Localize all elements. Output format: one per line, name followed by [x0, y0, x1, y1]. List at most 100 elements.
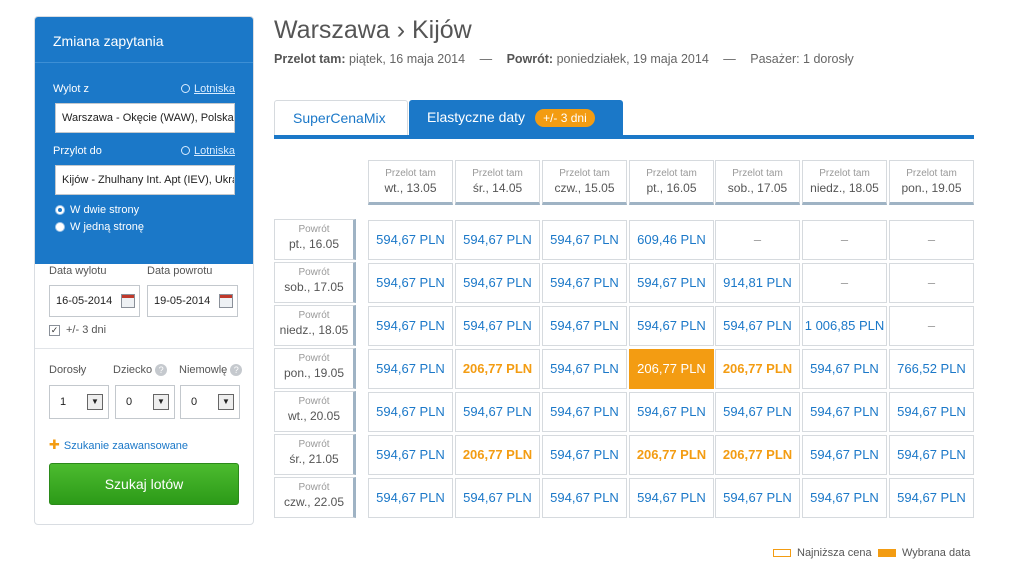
price-cell[interactable]: 594,67 PLN — [629, 392, 714, 432]
advanced-search-link[interactable]: ✚ Szukanie zaawansowane — [49, 437, 188, 453]
price-cell[interactable]: 594,67 PLN — [455, 478, 540, 518]
price-cell[interactable]: 594,67 PLN — [368, 478, 453, 518]
divider — [35, 348, 253, 349]
child-select[interactable]: 0 ▼ — [115, 385, 175, 419]
tab-bar: SuperCenaMix Elastyczne daty +/- 3 dni — [274, 100, 974, 139]
price-cell[interactable]: 594,67 PLN — [802, 435, 887, 475]
price-cell[interactable]: 609,46 PLN — [629, 220, 714, 260]
route-panel: Zmiana zapytania Wylot z Lotniska Warsza… — [35, 17, 253, 264]
price-cell[interactable]: 594,67 PLN — [368, 306, 453, 346]
row-header: Powrót pt., 16.05 — [274, 219, 356, 260]
to-input[interactable]: Kijów - Zhulhany Int. Apt (IEV), Ukraina — [55, 165, 235, 195]
price-cell[interactable]: 594,67 PLN — [629, 263, 714, 303]
price-cell[interactable]: 594,67 PLN — [802, 392, 887, 432]
row-header-date: śr., 21.05 — [289, 452, 339, 466]
tab-flexible-dates[interactable]: Elastyczne daty +/- 3 dni — [409, 100, 623, 135]
flexible-dates-checkbox[interactable]: ✓ +/- 3 dni — [49, 324, 106, 336]
return-date-label: Data powrotu — [147, 265, 213, 277]
price-cell[interactable]: 594,67 PLN — [889, 478, 974, 518]
from-airports-link[interactable]: Lotniska — [181, 83, 235, 95]
tab-supercenamix[interactable]: SuperCenaMix — [274, 100, 408, 135]
price-cell[interactable]: 206,77 PLN — [455, 349, 540, 389]
return-date-input[interactable]: 19-05-2014 — [147, 285, 238, 317]
price-cell[interactable]: 594,67 PLN — [542, 349, 627, 389]
column-header-prefix: Przelot tam — [385, 168, 436, 179]
price-cell[interactable]: 766,52 PLN — [889, 349, 974, 389]
departure-date-input[interactable]: 16-05-2014 — [49, 285, 140, 317]
column-header: Przelot tam śr., 14.05 — [455, 160, 540, 205]
row-header-prefix: Powrót — [298, 353, 330, 364]
price-cell[interactable]: 594,67 PLN — [542, 392, 627, 432]
price-cell[interactable]: 206,77 PLN — [715, 349, 800, 389]
price-cell[interactable]: 206,77 PLN — [715, 435, 800, 475]
row-header-prefix: Powrót — [298, 267, 330, 278]
price-cell[interactable]: 594,67 PLN — [629, 306, 714, 346]
column-header-date: pon., 19.05 — [901, 181, 962, 195]
adults-select[interactable]: 1 ▼ — [49, 385, 109, 419]
selected-swatch — [878, 549, 896, 557]
price-cell[interactable]: 594,67 PLN — [802, 349, 887, 389]
tab-flexible-dates-label: Elastyczne daty — [427, 109, 526, 125]
search-flights-button[interactable]: Szukaj lotów — [49, 463, 239, 505]
calendar-icon[interactable] — [219, 294, 233, 308]
row-header-prefix: Powrót — [298, 310, 330, 321]
price-cell[interactable]: 914,81 PLN — [715, 263, 800, 303]
price-cell-empty: – — [889, 220, 974, 260]
row-header: Powrót sob., 17.05 — [274, 262, 356, 303]
infant-select[interactable]: 0 ▼ — [180, 385, 240, 419]
row-header: Powrót czw., 22.05 — [274, 477, 356, 518]
row-header-prefix: Powrót — [298, 439, 330, 450]
price-cell[interactable]: 594,67 PLN — [629, 478, 714, 518]
price-cell[interactable]: 594,67 PLN — [715, 478, 800, 518]
price-cell[interactable]: 594,67 PLN — [455, 306, 540, 346]
row-header-date: czw., 22.05 — [283, 495, 345, 509]
price-cell[interactable]: 594,67 PLN — [802, 478, 887, 518]
price-cell-empty: – — [889, 306, 974, 346]
from-input[interactable]: Warszawa - Okęcie (WAW), Polska — [55, 103, 235, 133]
price-cell[interactable]: 206,77 PLN — [629, 349, 714, 389]
calendar-icon[interactable] — [121, 294, 135, 308]
price-cell[interactable]: 594,67 PLN — [715, 392, 800, 432]
round-trip-radio[interactable]: W dwie strony — [55, 204, 139, 216]
column-header: Przelot tam czw., 15.05 — [542, 160, 627, 205]
price-cell[interactable]: 594,67 PLN — [542, 478, 627, 518]
price-cell[interactable]: 206,77 PLN — [455, 435, 540, 475]
infant-label-text: Niemowlę — [179, 364, 228, 376]
help-icon[interactable]: ? — [155, 364, 168, 376]
price-cell[interactable]: 594,67 PLN — [889, 392, 974, 432]
checkmark-icon: ✓ — [49, 324, 60, 336]
price-cell[interactable]: 594,67 PLN — [455, 220, 540, 260]
price-cell[interactable]: 594,67 PLN — [889, 435, 974, 475]
price-cell[interactable]: 594,67 PLN — [368, 435, 453, 475]
price-cell[interactable]: 594,67 PLN — [542, 306, 627, 346]
price-cell[interactable]: 1 006,85 PLN — [802, 306, 887, 346]
price-cell[interactable]: 594,67 PLN — [368, 349, 453, 389]
adults-label: Dorosły — [49, 364, 87, 376]
row-header: Powrót wt., 20.05 — [274, 391, 356, 432]
infant-label: Niemowlę? — [179, 364, 243, 376]
price-cell[interactable]: 206,77 PLN — [629, 435, 714, 475]
return-date-value: 19-05-2014 — [154, 295, 211, 307]
child-value: 0 — [126, 396, 133, 408]
to-airports-link[interactable]: Lotniska — [181, 145, 235, 157]
legend-selected-label: Wybrana data — [902, 547, 971, 559]
price-cell[interactable]: 594,67 PLN — [715, 306, 800, 346]
price-cell[interactable]: 594,67 PLN — [542, 263, 627, 303]
trip-summary: Przelot tam: piątek, 16 maja 2014 — Powr… — [274, 52, 854, 66]
help-icon[interactable]: ? — [230, 364, 243, 376]
price-cell[interactable]: 594,67 PLN — [368, 220, 453, 260]
price-cell[interactable]: 594,67 PLN — [542, 435, 627, 475]
column-header-date: wt., 13.05 — [384, 181, 437, 195]
price-cell[interactable]: 594,67 PLN — [368, 263, 453, 303]
round-trip-label: W dwie strony — [70, 204, 140, 216]
price-cell[interactable]: 594,67 PLN — [368, 392, 453, 432]
price-cell[interactable]: 594,67 PLN — [455, 392, 540, 432]
column-header-date: sob., 17.05 — [727, 181, 788, 195]
column-header-prefix: Przelot tam — [559, 168, 610, 179]
chevron-down-icon: ▼ — [87, 394, 103, 410]
one-way-radio[interactable]: W jedną stronę — [55, 221, 144, 233]
price-cell[interactable]: 594,67 PLN — [455, 263, 540, 303]
from-airports-link-label: Lotniska — [194, 83, 235, 95]
price-cell[interactable]: 594,67 PLN — [542, 220, 627, 260]
price-cell-empty: – — [889, 263, 974, 303]
